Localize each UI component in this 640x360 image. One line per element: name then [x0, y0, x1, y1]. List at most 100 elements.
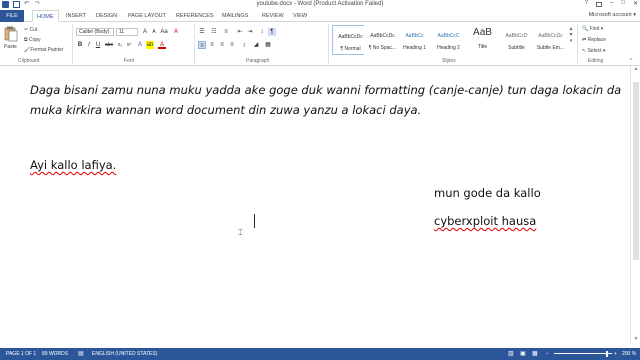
- superscript-button[interactable]: x²: [125, 41, 133, 49]
- format-painter-button[interactable]: 🖌Format Painter: [24, 47, 63, 53]
- cut-button[interactable]: ✂ Cut: [24, 27, 37, 33]
- collapse-ribbon-icon[interactable]: ^: [630, 58, 632, 64]
- subscript-button[interactable]: x₂: [116, 41, 124, 49]
- search-icon: 🔍: [582, 26, 589, 32]
- scroll-up-icon[interactable]: ▲: [631, 66, 640, 74]
- web-layout-icon[interactable]: ▦: [532, 348, 538, 360]
- bold-button[interactable]: B: [76, 41, 84, 49]
- zoom-slider[interactable]: [554, 353, 612, 354]
- style-subtle-emphasis[interactable]: AaBbCcDc Subtle Em...: [532, 25, 569, 55]
- style-title[interactable]: AaB Title: [464, 25, 501, 55]
- shading-icon[interactable]: ◢: [252, 41, 260, 49]
- select-button[interactable]: ↖ Select ▾: [582, 48, 605, 54]
- tab-references[interactable]: REFERENCES: [176, 10, 214, 22]
- style-heading-2[interactable]: AaBbCcC Heading 2: [430, 25, 467, 55]
- decrease-indent-icon[interactable]: ⇤: [236, 28, 244, 36]
- style-subtitle[interactable]: AaBbCcD Subtitle: [498, 25, 535, 55]
- tab-design[interactable]: DESIGN: [96, 10, 117, 22]
- tab-mailings[interactable]: MAILINGS: [222, 10, 248, 22]
- copy-button[interactable]: ⧉ Copy: [24, 37, 41, 43]
- greeting-text: Ayi kallo lafiya.: [30, 158, 117, 172]
- strikethrough-button[interactable]: abc: [105, 41, 113, 49]
- numbering-icon[interactable]: ☷: [210, 28, 218, 36]
- signature-text: cyberxploit hausa: [434, 214, 537, 228]
- document-line-2[interactable]: muka kirkira wannan word document din zu…: [30, 103, 421, 117]
- font-color-button[interactable]: A: [158, 41, 166, 49]
- paste-button[interactable]: Paste: [4, 44, 17, 50]
- zoom-out-icon[interactable]: −: [546, 348, 549, 360]
- styles-scroll[interactable]: ▲ ▼ ▾: [568, 26, 574, 56]
- tab-file[interactable]: FILE: [0, 10, 24, 22]
- window-controls: ? – □ ✕: [585, 0, 638, 7]
- group-divider: [72, 24, 73, 64]
- copy-label: Copy: [28, 37, 41, 43]
- tab-review[interactable]: REVIEW: [262, 10, 284, 22]
- replace-icon: ⇄: [582, 37, 587, 43]
- word-count[interactable]: 89 WORDS: [42, 348, 68, 360]
- clear-formatting-button[interactable]: A: [172, 28, 180, 36]
- ribbon-options-icon[interactable]: [596, 2, 602, 7]
- tab-home[interactable]: HOME: [32, 10, 59, 22]
- shrink-font-button[interactable]: A: [150, 28, 158, 36]
- language-indicator[interactable]: ENGLISH (UNITED STATES): [92, 348, 157, 360]
- font-name-dropdown[interactable]: Calibri (Body): [76, 28, 114, 36]
- document-page[interactable]: Daga bisani zamu nuna muku yadda ake gog…: [0, 66, 630, 344]
- increase-indent-icon[interactable]: ⇥: [246, 28, 254, 36]
- vertical-scrollbar[interactable]: ▲ ▼: [630, 66, 640, 344]
- style-name: Heading 2: [437, 45, 460, 51]
- change-case-button[interactable]: Aa: [160, 28, 168, 36]
- account-menu[interactable]: Microsoft account ▾: [589, 12, 636, 18]
- highlight-button[interactable]: ab: [146, 41, 154, 49]
- ibeam-pointer-icon: ⌶: [238, 228, 243, 237]
- zoom-level[interactable]: 200 %: [622, 348, 636, 360]
- line-spacing-icon[interactable]: ↨: [240, 41, 248, 49]
- read-mode-icon[interactable]: ▥: [508, 348, 514, 360]
- group-divider: [577, 24, 578, 64]
- style-name: Subtle Em...: [536, 45, 565, 51]
- italic-button[interactable]: I: [85, 41, 93, 49]
- align-center-icon[interactable]: ≡: [208, 41, 216, 49]
- account-label: Microsoft account: [588, 12, 632, 18]
- ribbon-tabs: FILE HOME INSERT DESIGN PAGE LAYOUT REFE…: [0, 10, 640, 22]
- borders-icon[interactable]: ▦: [264, 41, 272, 49]
- grow-font-button[interactable]: A: [141, 28, 149, 36]
- close-button[interactable]: ✕: [633, 0, 638, 7]
- multilevel-list-icon[interactable]: ≡: [222, 28, 230, 36]
- cursor-icon: ↖: [582, 48, 587, 54]
- justify-icon[interactable]: ≡: [228, 41, 236, 49]
- style-sample: AaBbCc: [405, 33, 424, 39]
- tab-insert[interactable]: INSERT: [66, 10, 86, 22]
- print-layout-icon[interactable]: ▣: [520, 348, 526, 360]
- scroll-down-icon[interactable]: ▼: [631, 336, 640, 344]
- replace-label: Replace: [587, 37, 606, 43]
- tab-view[interactable]: VIEW: [293, 10, 307, 22]
- align-right-icon[interactable]: ≡: [218, 41, 226, 49]
- restore-button[interactable]: □: [621, 0, 625, 7]
- zoom-in-icon[interactable]: +: [614, 348, 617, 360]
- paste-icon[interactable]: [4, 26, 18, 42]
- align-left-icon[interactable]: ≡: [198, 41, 206, 49]
- font-size-dropdown[interactable]: 11: [116, 28, 138, 36]
- show-marks-icon[interactable]: ¶: [268, 28, 276, 36]
- text-effects-button[interactable]: A: [136, 41, 144, 49]
- zoom-slider-handle[interactable]: [606, 351, 608, 357]
- bullets-icon[interactable]: ☰: [198, 28, 206, 36]
- minimize-button[interactable]: –: [610, 0, 613, 7]
- scrollbar-thumb[interactable]: [633, 82, 639, 260]
- help-button[interactable]: ?: [585, 0, 588, 7]
- sort-icon[interactable]: ↕: [258, 28, 266, 36]
- style-name: Heading 1: [403, 45, 426, 51]
- document-greeting[interactable]: Ayi kallo lafiya.: [30, 158, 116, 172]
- ribbon-home: Paste ✂ Cut ⧉ Copy 🖌Format Painter Clipb…: [0, 22, 640, 66]
- find-button[interactable]: 🔍 Find ▾: [582, 26, 603, 32]
- proofing-icon[interactable]: ▤: [78, 348, 84, 360]
- document-signature[interactable]: cyberxploit hausa: [434, 214, 536, 228]
- underline-button[interactable]: U: [94, 41, 102, 49]
- replace-button[interactable]: ⇄ Replace: [582, 37, 606, 43]
- tab-page-layout[interactable]: PAGE LAYOUT: [128, 10, 166, 22]
- document-closing[interactable]: mun gode da kallo: [434, 186, 541, 200]
- document-line-1[interactable]: Daga bisani zamu nuna muku yadda ake gog…: [30, 83, 621, 97]
- page-count[interactable]: PAGE 1 OF 1: [6, 348, 36, 360]
- group-divider: [194, 24, 195, 64]
- style-heading-1[interactable]: AaBbCc Heading 1: [396, 25, 433, 55]
